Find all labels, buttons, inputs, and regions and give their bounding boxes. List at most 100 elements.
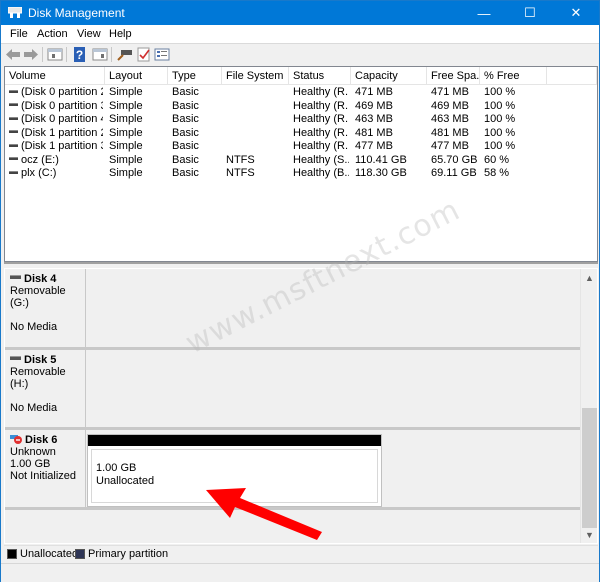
volume-name: plx (C:) [21,167,57,179]
minimize-button[interactable]: — [461,1,507,25]
volume-name: (Disk 0 partition 4) [21,113,103,125]
maximize-button[interactable]: ☐ [507,1,553,25]
disk-info-disk-5[interactable]: Disk 5 Removable (H:) No Media [5,350,86,427]
cell-file-system: NTFS [226,153,255,166]
volume-icon [9,143,18,147]
cell-capacity: 110.41 GB [355,153,407,166]
cell-free-space: 469 MB [431,99,469,112]
properties-icon[interactable] [154,47,170,62]
scroll-down-button[interactable]: ▼ [581,526,597,543]
cell-volume: (Disk 1 partition 2) [9,127,103,141]
cell-percent-free: 100 % [484,140,516,152]
cell-free-space: 463 MB [431,113,469,125]
forward-icon[interactable] [23,47,39,62]
unallocated-partition[interactable]: 1.00 GB Unallocated [87,434,382,507]
table-row[interactable]: plx (C:) Simple Basic NTFS Healthy (B... 118.… [5,167,597,181]
disk-graph-pane: Disk 4 Removable (G:) No Media Disk 5 Re… [4,268,598,544]
disk-size: 1.00 GB [10,458,51,470]
action-pane-icon[interactable] [92,47,108,62]
cell-layout: Simple [109,167,143,179]
table-row[interactable]: (Disk 1 partition 2) Simple Basic Healthy (… [5,127,597,141]
disk-row-disk-6[interactable]: Disk 6 Unknown 1.00 GB Not Initialized 1… [5,430,585,510]
disk-type: Removable (H:) [10,366,66,390]
legend-label-primary-partition: Primary partition [88,548,169,560]
table-row[interactable]: (Disk 0 partition 3) Simple Basic Healthy (… [5,100,597,114]
scroll-up-button[interactable]: ▲ [581,269,597,286]
title-bar[interactable]: Disk Management — ☐ ✕ [1,1,599,25]
cell-status: Healthy (R... [293,86,349,98]
partition-body[interactable]: 1.00 GB Unallocated [91,449,378,503]
cell-percent-free: 58 % [484,167,510,179]
cell-capacity: 477 MB [355,140,393,152]
help-icon[interactable]: ? [72,47,88,62]
cell-type: Basic [172,113,199,125]
column-header-capacity[interactable]: Capacity [351,67,427,85]
cell-volume: (Disk 0 partition 3) [9,100,103,114]
close-button[interactable]: ✕ [553,1,599,25]
cell-volume: (Disk 0 partition 4) [9,113,103,127]
menu-view[interactable]: View [77,28,101,40]
disk-row-disk-4[interactable]: Disk 4 Removable (G:) No Media [5,269,585,350]
disk-management-app-icon [8,7,22,18]
status-bar [1,563,599,582]
back-icon[interactable] [5,47,21,62]
table-row[interactable]: ocz (E:) Simple Basic NTFS Healthy (S... 110.… [5,154,597,168]
cell-layout: Simple [109,86,143,98]
disk-not-initialized-icon [10,435,22,445]
legend-swatch-primary-partition [75,549,85,559]
cell-percent-free: 60 % [484,153,510,166]
volume-list[interactable]: Volume Layout Type File System Status Ca… [4,66,598,262]
column-header-volume[interactable]: Volume [5,67,105,85]
cell-free-space: 481 MB [431,126,469,139]
console-tree-icon[interactable] [47,47,63,62]
cell-type: Basic [172,167,199,179]
disk-info-disk-4[interactable]: Disk 4 Removable (G:) No Media [5,269,86,347]
scroll-thumb[interactable] [582,408,597,528]
disk-row-disk-5[interactable]: Disk 5 Removable (H:) No Media [5,350,585,430]
disk-status: Not Initialized [10,470,77,482]
connect-icon[interactable] [117,47,133,62]
cell-capacity: 463 MB [355,113,393,125]
menu-action[interactable]: Action [37,28,68,40]
check-icon[interactable] [136,47,152,62]
cell-type: Basic [172,99,199,112]
cell-volume: (Disk 1 partition 3) [9,140,103,154]
column-header-file-system[interactable]: File System [222,67,289,85]
menu-file[interactable]: File [10,28,28,40]
column-header-blank[interactable] [547,67,597,85]
disk-management-window: Disk Management — ☐ ✕ File Action View H… [0,0,600,582]
graph-vertical-scrollbar[interactable]: ▲ ▼ [580,269,597,543]
table-row[interactable]: (Disk 0 partition 4) Simple Basic Healthy (… [5,113,597,127]
partition-size: 1.00 GB [96,462,137,474]
table-row[interactable]: (Disk 1 partition 3) Simple Basic Healthy (… [5,140,597,154]
cell-file-system: NTFS [226,167,255,179]
volume-name: (Disk 0 partition 2) [21,86,103,98]
toolbar: ? [1,44,599,65]
removable-disk-icon [10,356,21,361]
cell-layout: Simple [109,126,143,139]
cell-status: Healthy (R... [293,113,349,125]
cell-capacity: 481 MB [355,126,393,139]
cell-free-space: 477 MB [431,140,469,152]
volume-icon [9,157,18,161]
cell-status: Healthy (R... [293,126,349,139]
cell-free-space: 65.70 GB [431,153,478,166]
column-header-layout[interactable]: Layout [105,67,168,85]
cell-percent-free: 100 % [484,126,516,139]
column-header-percent-free[interactable]: % Free [480,67,547,85]
cell-volume: (Disk 0 partition 2) [9,86,103,100]
disk-name: Disk 5 [24,354,57,366]
legend-label-unallocated: Unallocated [20,548,79,560]
toolbar-separator [66,47,67,62]
menu-bar: File Action View Help [1,25,599,44]
menu-help[interactable]: Help [109,28,132,40]
column-header-free-space[interactable]: Free Spa... [427,67,480,85]
cell-layout: Simple [109,113,143,125]
column-header-type[interactable]: Type [168,67,222,85]
disk-info-disk-6[interactable]: Disk 6 Unknown 1.00 GB Not Initialized [5,430,86,507]
table-row[interactable]: (Disk 0 partition 2) Simple Basic Healthy (… [5,86,597,100]
cell-free-space: 69.11 GB [431,167,477,179]
volume-icon [9,89,18,93]
cell-capacity: 469 MB [355,99,393,112]
column-header-status[interactable]: Status [289,67,351,85]
